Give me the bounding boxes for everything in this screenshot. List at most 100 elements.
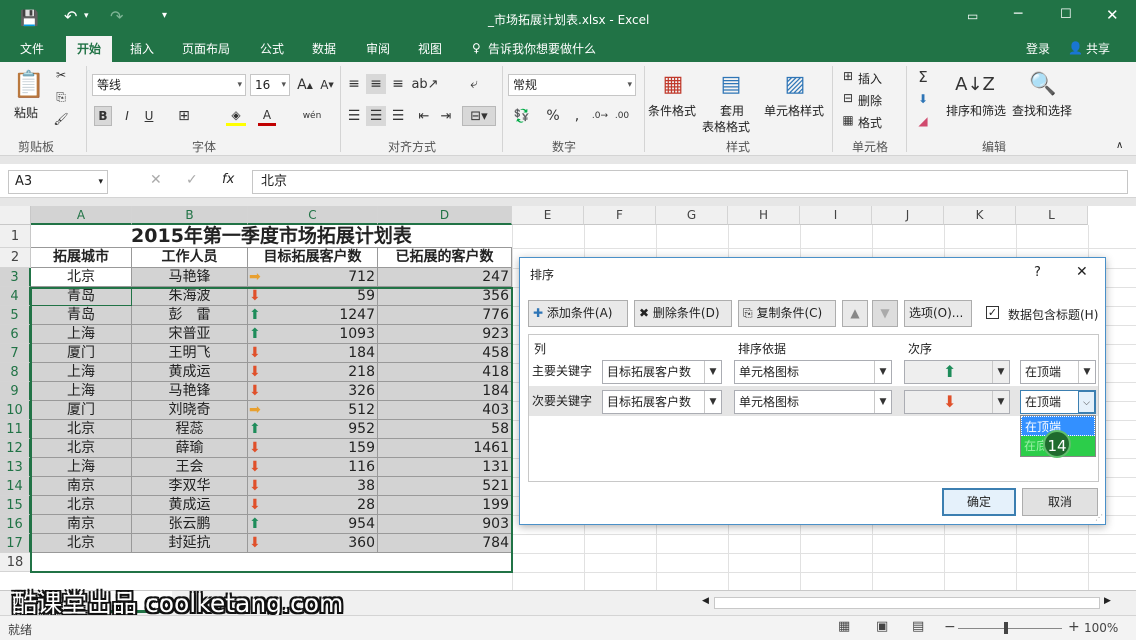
cell-city[interactable]: 北京 (31, 439, 132, 458)
fill-icon[interactable]: ⬇ (914, 90, 932, 108)
table-header[interactable]: 已拓展的客户数 (378, 248, 512, 268)
cell-city[interactable]: 南京 (31, 477, 132, 496)
cell-done[interactable]: 418 (378, 363, 512, 382)
cell-person[interactable]: 黄成运 (132, 363, 248, 382)
sheet-title[interactable]: 2015年第一季度市场拓展计划表 (31, 225, 512, 248)
cell-target[interactable]: 326 ⬇ (248, 382, 378, 401)
sort-filter-icon[interactable]: A↓Z (955, 68, 995, 100)
ok-button[interactable]: 确定 (942, 488, 1016, 516)
table-header[interactable]: 目标拓展客户数 (248, 248, 378, 268)
cell-person[interactable]: 马艳锋 (132, 382, 248, 401)
cut-icon[interactable]: ✂ (52, 66, 70, 84)
row-header-12[interactable]: 12 (0, 439, 31, 458)
cell-city[interactable]: 北京 (31, 420, 132, 439)
cell-done[interactable]: 923 (378, 325, 512, 344)
column-header-i[interactable]: I (800, 206, 872, 225)
paste-button[interactable]: 粘贴 (14, 104, 38, 121)
row-header-18[interactable]: 18 (0, 553, 31, 572)
cell-person[interactable]: 王明飞 (132, 344, 248, 363)
secondary-column-select[interactable]: 目标拓展客户数 ▼ (602, 390, 722, 414)
column-header-f[interactable]: F (584, 206, 656, 225)
row-header-3[interactable]: 3 (0, 268, 31, 287)
cell-city[interactable]: 北京 (31, 496, 132, 515)
cell-person[interactable]: 王会 (132, 458, 248, 477)
cell-done[interactable]: 131 (378, 458, 512, 477)
cell-person[interactable]: 黄成运 (132, 496, 248, 515)
column-header-j[interactable]: J (872, 206, 944, 225)
cell-done[interactable]: 776 (378, 306, 512, 325)
table-header[interactable]: 工作人员 (132, 248, 248, 268)
help-button[interactable]: ? (1034, 265, 1041, 280)
cell-target[interactable]: 159 ⬇ (248, 439, 378, 458)
primary-sort-on-select[interactable]: 单元格图标 ▼ (734, 360, 892, 384)
column-header-d[interactable]: D (378, 206, 512, 225)
cell-city[interactable]: 青岛 (31, 287, 132, 306)
merge-center-icon[interactable]: ⊟▾ (462, 106, 496, 126)
format-as-table-button[interactable]: 套用 (720, 102, 744, 119)
cell-done[interactable]: 784 (378, 534, 512, 553)
redo-icon[interactable]: ↷ (110, 7, 123, 26)
select-all-corner[interactable] (0, 206, 31, 225)
cell-city[interactable]: 上海 (31, 325, 132, 344)
align-bottom-icon[interactable]: ≡ (388, 74, 408, 94)
find-select-icon[interactable]: 🔍 (1028, 68, 1058, 100)
cell-done[interactable]: 903 (378, 515, 512, 534)
maximize-icon[interactable]: ☐ (1060, 7, 1072, 22)
undo-icon[interactable]: ↶ (64, 7, 77, 26)
dialog-close-button[interactable]: ✕ (1076, 264, 1088, 280)
font-name-combo[interactable]: 等线 ▾ (92, 74, 246, 96)
tab-review[interactable]: 审阅 (358, 36, 398, 62)
cell-person[interactable]: 封延抗 (132, 534, 248, 553)
tab-data[interactable]: 数据 (304, 36, 344, 62)
row-header-16[interactable]: 16 (0, 515, 31, 534)
zoom-slider-thumb[interactable] (1004, 622, 1008, 634)
bold-icon[interactable]: B (94, 106, 112, 126)
column-header-e[interactable]: E (512, 206, 584, 225)
border-icon[interactable]: ⊞ (174, 106, 194, 126)
tab-formulas[interactable]: 公式 (252, 36, 292, 62)
add-level-button[interactable]: ✚ 添加条件(A) (528, 300, 628, 327)
zoom-in-icon[interactable]: + (1068, 619, 1080, 635)
row-header-5[interactable]: 5 (0, 306, 31, 325)
cell-done[interactable]: 58 (378, 420, 512, 439)
insert-cells-icon[interactable]: ⊞ (840, 68, 856, 84)
format-painter-icon[interactable]: 🖌 (52, 110, 70, 128)
cell-target[interactable]: 59 ⬇ (248, 287, 378, 306)
row-header-8[interactable]: 8 (0, 363, 31, 382)
increase-indent-icon[interactable]: ⇥ (436, 106, 456, 126)
cell-person[interactable]: 李双华 (132, 477, 248, 496)
scroll-left-icon[interactable]: ◀ (702, 596, 709, 606)
cell-done[interactable]: 458 (378, 344, 512, 363)
cell-done[interactable]: 199 (378, 496, 512, 515)
zoom-slider[interactable] (958, 628, 1062, 629)
move-down-button[interactable]: ▼ (872, 300, 898, 327)
row-header-9[interactable]: 9 (0, 382, 31, 401)
cell-target[interactable]: 184 ⬇ (248, 344, 378, 363)
cell-person[interactable]: 薛瑜 (132, 439, 248, 458)
undo-dropdown-icon[interactable]: ▾ (84, 11, 89, 21)
percent-icon[interactable]: % (544, 106, 562, 126)
font-color-icon[interactable]: A (258, 106, 276, 126)
wrap-text-icon[interactable]: ⤶ (464, 74, 484, 94)
currency-icon[interactable]: 💱 (510, 106, 534, 126)
cell-city[interactable]: 上海 (31, 363, 132, 382)
row-header-14[interactable]: 14 (0, 477, 31, 496)
cell-styles-button[interactable]: 单元格样式 (764, 102, 824, 119)
cell-target[interactable]: 1247 ⬆ (248, 306, 378, 325)
login-link[interactable]: 登录 (1018, 36, 1058, 62)
share-button[interactable]: 共享 (1078, 36, 1118, 62)
cell-styles-icon[interactable]: ▨ (780, 68, 810, 100)
delete-cells-button[interactable]: 删除 (858, 92, 882, 109)
column-header-b[interactable]: B (132, 206, 248, 225)
cell-done[interactable]: 521 (378, 477, 512, 496)
insert-cells-button[interactable]: 插入 (858, 70, 882, 87)
cell-target[interactable]: 116 ⬇ (248, 458, 378, 477)
cell-person[interactable]: 马艳锋 (132, 268, 248, 287)
cell-city[interactable]: 北京 (31, 268, 132, 287)
cell-target[interactable]: 1093 ⬆ (248, 325, 378, 344)
decrease-indent-icon[interactable]: ⇤ (414, 106, 434, 126)
paste-icon[interactable]: 📋 (13, 68, 45, 102)
align-left-icon[interactable]: ☰ (344, 106, 364, 126)
phonetic-icon[interactable]: wén (302, 106, 322, 126)
format-cells-button[interactable]: 格式 (858, 114, 882, 131)
